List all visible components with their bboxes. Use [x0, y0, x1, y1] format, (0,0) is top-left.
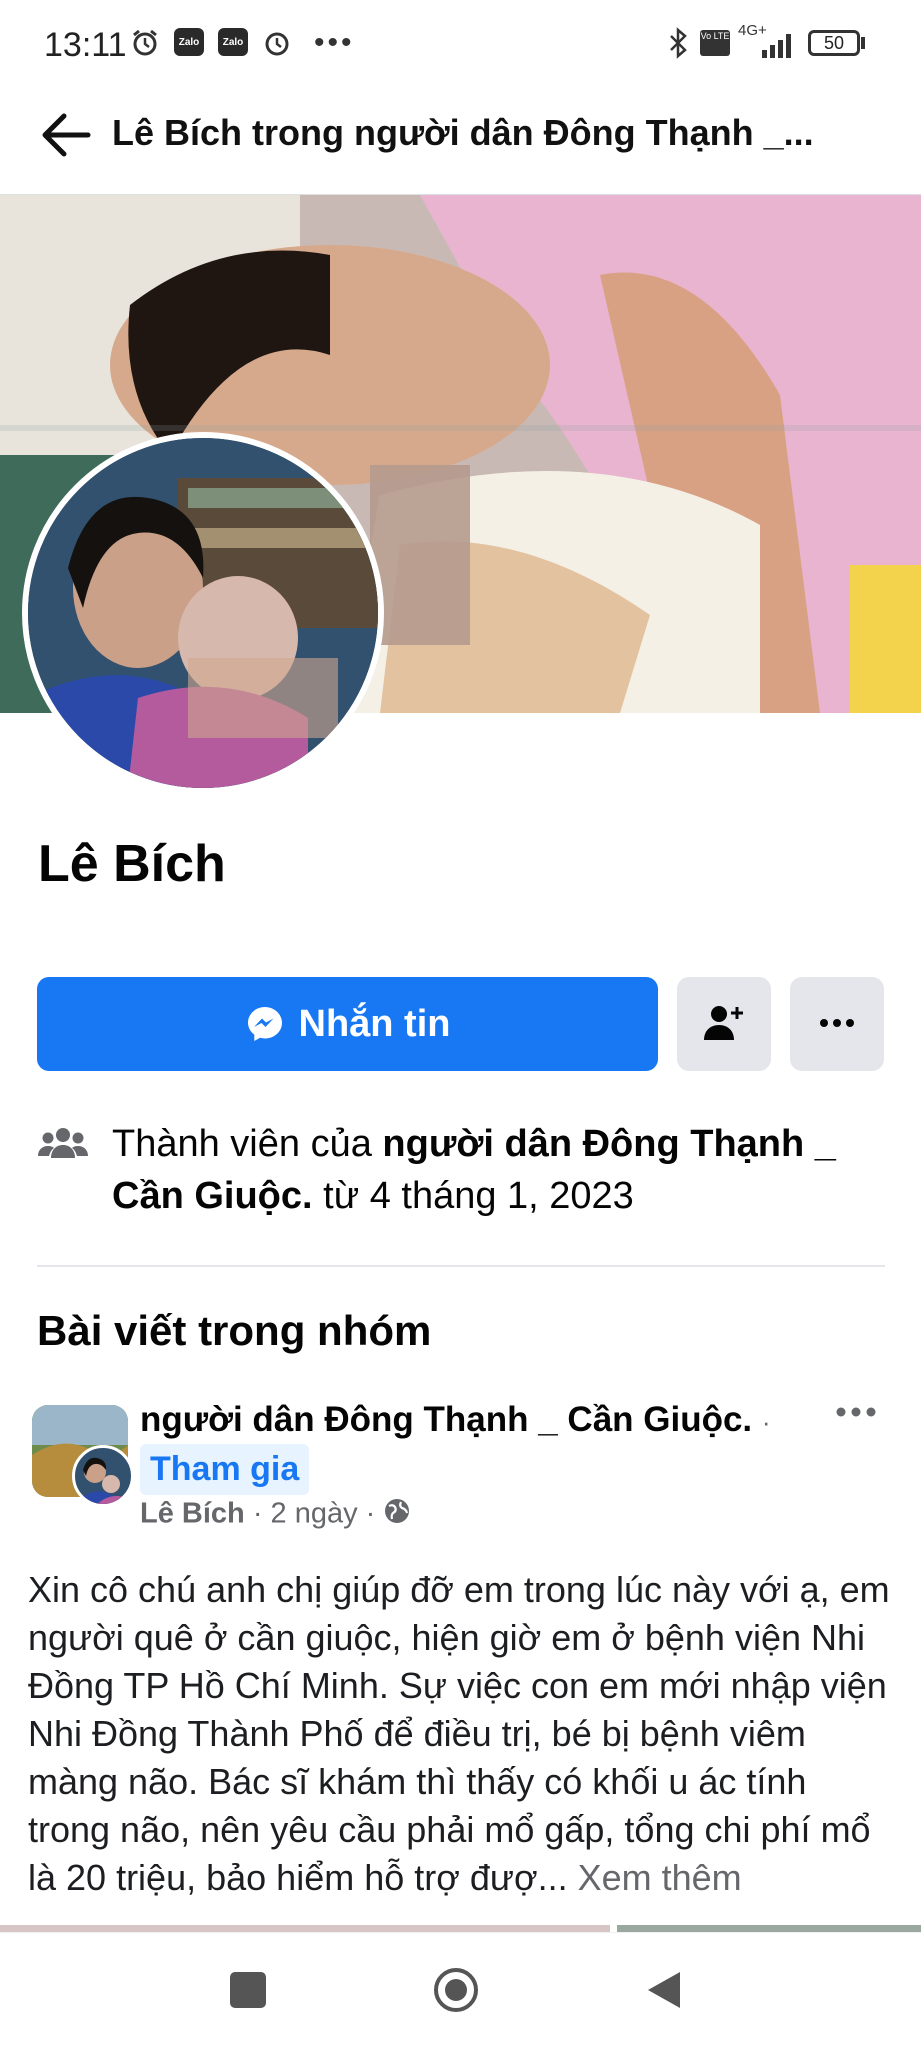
profile-name: Lê Bích [38, 835, 226, 893]
post-text: Xin cô chú anh chị giúp đỡ em trong lúc … [28, 1569, 890, 1898]
status-bar: 13:11 Zalo Zalo ••• Vo LTE 4G+ 50 [0, 0, 921, 90]
back-arrow-icon[interactable] [38, 110, 94, 160]
volte-icon: Vo LTE [700, 30, 730, 56]
zalo-icon-2: Zalo [218, 28, 248, 56]
add-friend-button[interactable] [677, 977, 771, 1071]
battery-icon: 50 [808, 30, 860, 56]
globe-icon [383, 1497, 411, 1533]
bluetooth-icon [666, 27, 690, 59]
post-separator: · [761, 1407, 771, 1437]
page-title: Lê Bích trong người dân Đông Thạnh _... [112, 112, 814, 153]
zalo-icon: Zalo [174, 28, 204, 56]
section-heading: Bài viết trong nhóm [37, 1307, 432, 1354]
see-more-link[interactable]: Xem thêm [578, 1857, 742, 1898]
post-body: Xin cô chú anh chị giúp đỡ em trong lúc … [28, 1566, 898, 1902]
membership-info: Thành viên của người dân Đông Thạnh _ Cầ… [112, 1118, 872, 1222]
more-options-button[interactable] [790, 977, 884, 1071]
post-image-preview-2[interactable] [617, 1925, 921, 1932]
post-more-icon[interactable] [836, 1404, 876, 1422]
post-meta: Lê Bích · 2 ngày · [140, 1497, 411, 1533]
more-icon [819, 1015, 855, 1033]
status-time: 13:11 [44, 26, 127, 64]
post-author-avatar[interactable] [72, 1445, 134, 1507]
group-members-icon [37, 1126, 89, 1160]
membership-date: từ 4 tháng 1, 2023 [312, 1175, 634, 1217]
back-triangle-icon[interactable] [646, 1970, 682, 2010]
post-image-preview[interactable] [0, 1925, 610, 1932]
divider [37, 1265, 885, 1267]
more-notifications-icon: ••• [314, 26, 355, 59]
alarm-icon [130, 28, 160, 58]
home-icon[interactable] [432, 1966, 480, 2014]
battery-tip [861, 37, 865, 49]
recents-icon[interactable] [230, 1972, 266, 2008]
add-friend-icon [702, 1002, 746, 1047]
join-group-button[interactable]: Tham gia [140, 1444, 310, 1495]
post-group-name[interactable]: người dân Đông Thạnh _ Cần Giuộc. · [140, 1400, 771, 1440]
profile-avatar[interactable] [22, 432, 384, 794]
message-button-label: Nhắn tin [298, 1002, 451, 1045]
post-group-name-text[interactable]: người dân Đông Thạnh _ Cần Giuộc. [140, 1400, 752, 1439]
membership-prefix: Thành viên của [112, 1123, 383, 1165]
signal-icon [760, 30, 798, 58]
alarm-icon-2 [262, 28, 292, 58]
messenger-icon [245, 1004, 285, 1044]
message-button[interactable]: Nhắn tin [37, 977, 658, 1071]
post-author-name[interactable]: Lê Bích [140, 1498, 245, 1530]
post-time[interactable]: · 2 ngày · [253, 1498, 376, 1530]
